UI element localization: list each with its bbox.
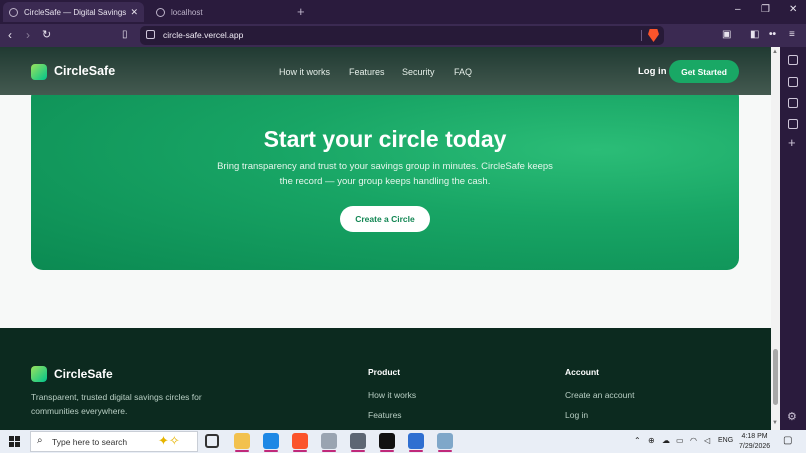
browser-tab-bar: CircleSafe — Digital Savings Circ ✕ loca… [0,0,806,24]
wallet-icon[interactable] [788,77,798,87]
brave-shields-icon[interactable] [648,29,659,42]
footer-link-login[interactable]: Log in [565,410,588,420]
windows-start-icon[interactable] [9,436,20,447]
globe-icon [156,7,165,17]
footer-link-how-it-works[interactable]: How it works [368,390,416,400]
nav-features[interactable]: Features [349,67,385,77]
battery-icon[interactable]: ▭ [676,436,684,445]
url-text: circle-safe.vercel.app [163,30,244,40]
running-indicator [322,450,336,452]
footer-heading-product: Product [368,367,401,377]
windows-taskbar: ⌕ Type here to search ✦✧ ⌃ ⊕ ☁ ▭ ◠ ◁ ENG… [0,430,806,453]
vscode-icon[interactable] [263,433,279,449]
cta-title: Start your circle today [263,126,507,152]
nav-security[interactable]: Security [402,67,435,77]
scrollbar-thumb[interactable] [773,349,778,405]
running-indicator [380,450,394,452]
leo-ai-icon[interactable] [788,55,798,65]
address-bar[interactable]: circle-safe.vercel.app [140,26,664,45]
nav-how-it-works[interactable]: How it works [279,67,330,77]
volume-icon[interactable]: ◁ [704,436,710,445]
back-icon[interactable]: ‹ [8,28,12,42]
reading-list-icon[interactable] [788,119,798,129]
bookmarks-panel-icon[interactable] [788,98,798,108]
page-scrollbar[interactable]: ▲ ▼ [771,47,780,430]
sidebar-toggle-icon[interactable]: ◧ [750,29,759,40]
sidebar-settings-icon[interactable]: ⚙ [787,410,797,423]
get-started-button[interactable]: Get Started [669,60,739,83]
page-viewport: CircleSafe How it works Features Securit… [0,47,771,430]
browser-toolbar: ‹ › ↻ ▯ circle-safe.vercel.app ▣ ◧ •• ≡ [0,24,806,47]
clock-time: 4:18 PM [741,433,768,440]
language-indicator[interactable]: ENG [718,437,733,444]
site-header: CircleSafe How it works Features Securit… [0,47,771,95]
notifications-icon[interactable]: ▢ [783,435,792,446]
new-tab-button[interactable]: + [297,4,305,19]
running-indicator [264,450,278,452]
site-footer: CircleSafe Transparent, trusted digital … [0,328,771,430]
settings-icon[interactable] [350,433,366,449]
tab-title: localhost [171,7,203,17]
brave-browser-icon[interactable] [292,433,308,449]
running-indicator [409,450,423,452]
wifi-icon[interactable]: ◠ [690,436,697,445]
menu-icon[interactable]: ≡ [789,29,795,40]
running-indicator [235,450,249,452]
site-info-icon[interactable] [146,30,155,39]
globe-icon [9,7,18,17]
bookmark-icon[interactable]: ▯ [122,29,128,40]
tab-circlesafe[interactable]: CircleSafe — Digital Savings Circ ✕ [3,2,144,22]
browser-sidebar: + ⚙ [780,47,806,430]
search-highlight-icon: ✦✧ [158,433,180,448]
taskbar-search-box[interactable]: ⌕ Type here to search ✦✧ [30,431,198,452]
cta-banner: Start your circle today Bring transparen… [31,85,739,270]
taskbar-clock[interactable]: 4:18 PM 7/29/2026 [739,432,770,452]
tray-overflow-icon[interactable]: ⌃ [634,436,641,445]
tab-title: CircleSafe — Digital Savings Circ [24,7,127,17]
running-indicator [293,450,307,452]
reload-icon[interactable]: ↻ [42,28,51,41]
restore-button[interactable]: ❐ [761,4,770,15]
minimize-button[interactable]: – [735,4,741,15]
footer-description: Transparent, trusted digital savings cir… [31,392,202,416]
scroll-down-icon[interactable]: ▼ [772,420,778,426]
app-window-icon[interactable] [321,433,337,449]
nav-faq[interactable]: FAQ [454,67,472,77]
circlesafe-logo-icon [31,366,47,382]
add-panel-icon[interactable]: + [788,136,796,149]
extensions-icon[interactable]: •• [769,29,776,40]
login-link[interactable]: Log in [638,66,667,77]
tray-app-icon[interactable]: ⊕ [648,436,655,445]
close-tab-icon[interactable]: ✕ [130,7,138,18]
tab-localhost[interactable]: localhost [150,2,290,22]
close-window-button[interactable]: ✕ [789,4,797,15]
scroll-up-icon[interactable]: ▲ [772,49,778,55]
circlesafe-logo-icon[interactable] [31,64,47,80]
running-indicator [351,450,365,452]
divider [641,30,642,41]
footer-link-features[interactable]: Features [368,410,402,420]
terminal-icon[interactable] [379,433,395,449]
brand-name[interactable]: CircleSafe [54,64,115,78]
cloud-icon[interactable]: ☁ [662,436,670,445]
footer-heading-account: Account [565,367,599,377]
cta-description: Bring transparency and trust to your sav… [217,161,553,187]
clock-date: 7/29/2026 [739,443,771,450]
file-explorer-icon[interactable] [234,433,250,449]
task-view-icon[interactable] [205,434,219,448]
search-icon: ⌕ [37,435,43,446]
app-icon[interactable] [437,433,453,449]
forward-icon[interactable]: › [26,28,30,42]
running-indicator [438,450,452,452]
powershell-icon[interactable] [408,433,424,449]
footer-link-create-account[interactable]: Create an account [565,390,634,400]
create-circle-button[interactable]: Create a Circle [340,206,430,232]
footer-brand-name: CircleSafe [54,367,113,381]
taskbar-search-placeholder: Type here to search [52,437,128,447]
reader-mode-icon[interactable]: ▣ [722,29,731,40]
